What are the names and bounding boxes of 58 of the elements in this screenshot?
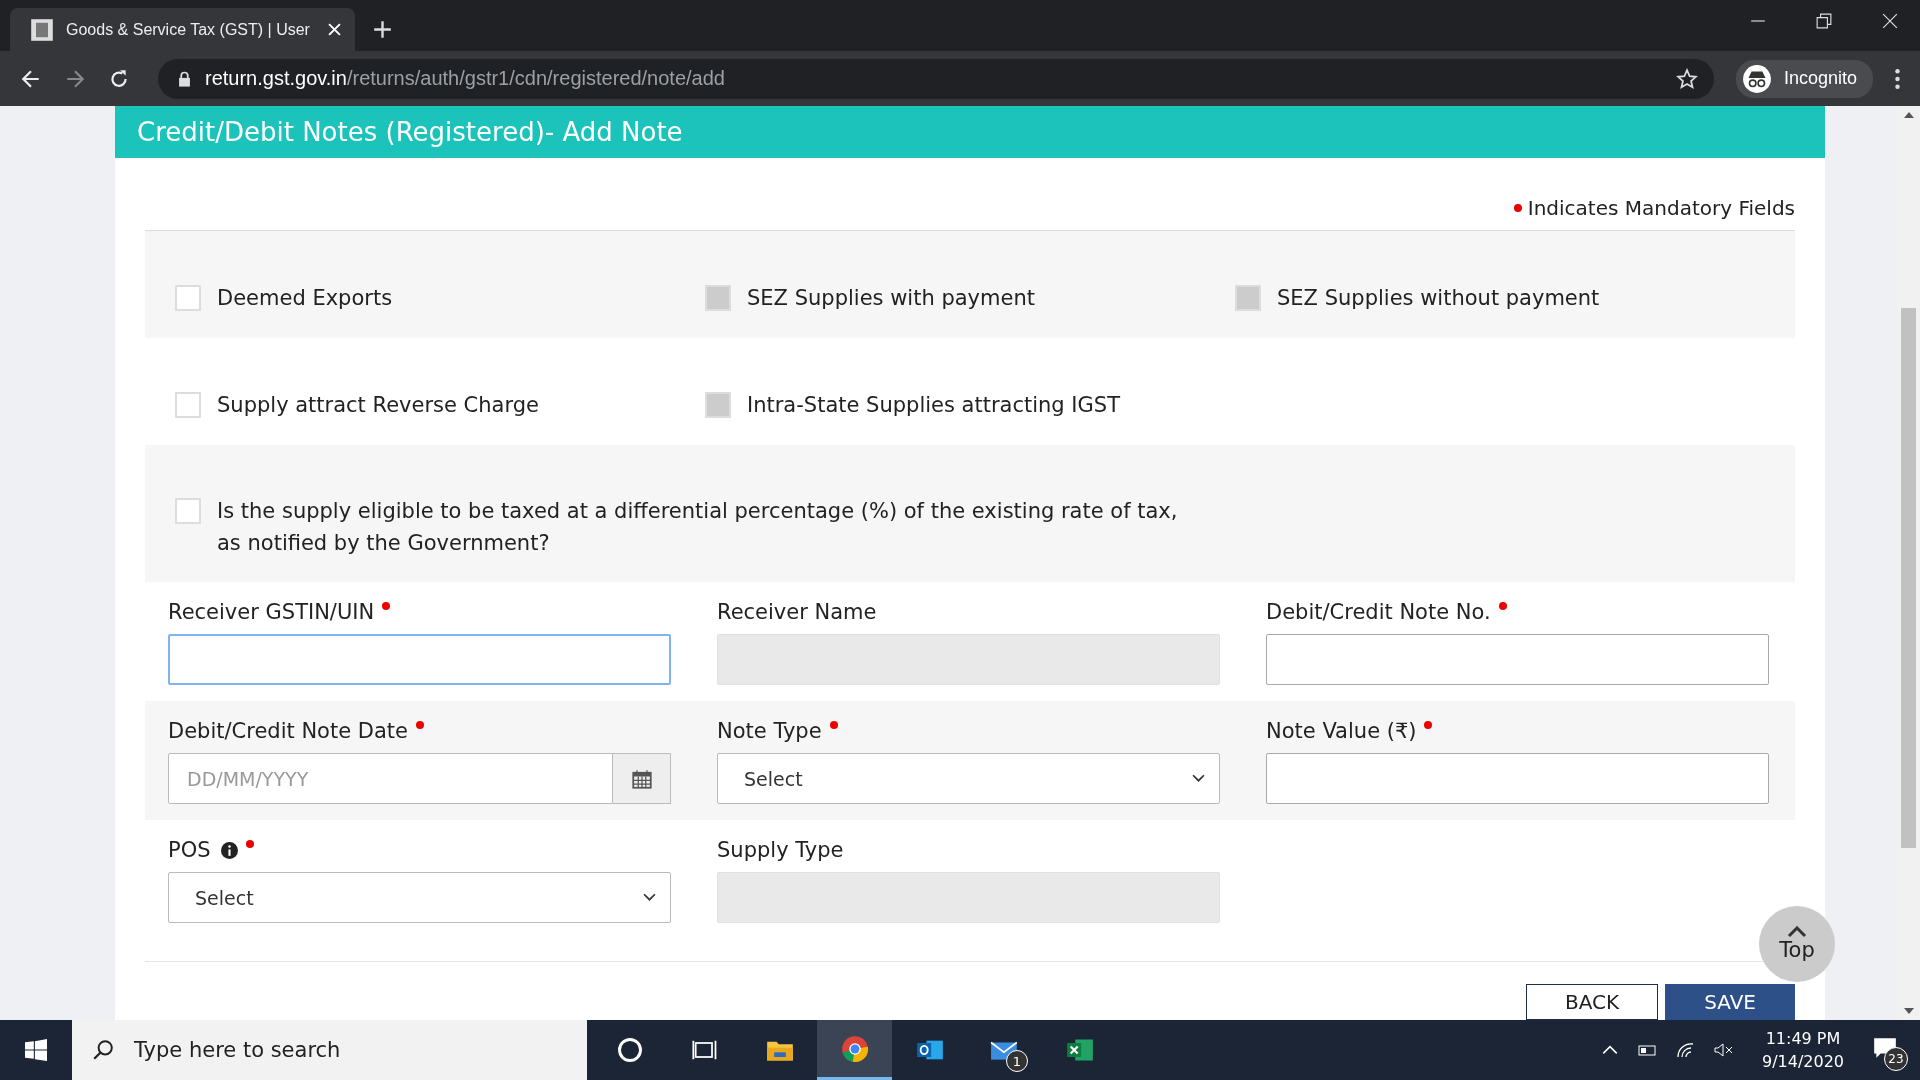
new-tab-icon[interactable]: [373, 20, 392, 39]
search-icon: [92, 1039, 114, 1061]
text-field[interactable]: [1266, 634, 1769, 685]
date-field[interactable]: DD/MM/YYYY: [168, 753, 613, 804]
checkbox-label: Deemed Exports: [217, 285, 393, 310]
clock-date[interactable]: 9/14/2020: [1761, 1052, 1844, 1071]
field-label: Supply Type: [717, 838, 844, 862]
select-dropdown[interactable]: Select: [717, 753, 1220, 804]
field-label: POS: [168, 838, 211, 862]
checkbox-label: Is the supply eligible to be taxed at a differential percentage (%) of the existing rate of tax, as notified by the Government?: [217, 498, 1179, 557]
select-dropdown[interactable]: Select: [168, 872, 671, 923]
field-label: Debit/Credit Note Date: [168, 719, 408, 743]
field-label: Note Value (₹): [1266, 719, 1417, 743]
mandatory-note: Indicates Mandatory Fields: [1527, 196, 1795, 220]
address-bar[interactable]: return.gst.gov.in/returns/auth/gstr1/cdn/registered/note/add: [158, 58, 1714, 99]
taskbar-search-field[interactable]: Type here to search: [72, 1020, 587, 1080]
page-title: Credit/Debit Notes (Registered)- Add Note: [137, 117, 683, 147]
field-label: Receiver GSTIN/UIN: [168, 600, 375, 624]
menu-icon[interactable]: [1895, 68, 1900, 89]
scroll-up-arrow-icon[interactable]: [1903, 112, 1914, 118]
notification-badge: 23: [1884, 1047, 1908, 1071]
checkbox[interactable]: [175, 284, 201, 311]
calendar-icon: [631, 768, 652, 789]
checkbox-label: Supply attract Reverse Charge: [217, 392, 539, 417]
field-label: Receiver Name: [717, 600, 877, 624]
incognito-button[interactable]: Incognito: [1735, 59, 1873, 98]
chevron-down-icon: [1192, 774, 1205, 783]
volume-muted-icon[interactable]: [1713, 1041, 1734, 1059]
lock-icon: [178, 70, 191, 87]
field-label: Note Type: [717, 719, 822, 743]
incognito-icon: [1741, 63, 1772, 94]
chevron-up-icon: [1787, 926, 1807, 938]
clock-time[interactable]: 11:49 PM: [1765, 1029, 1841, 1048]
reload-icon[interactable]: [108, 67, 130, 90]
save-button[interactable]: SAVE: [1665, 984, 1795, 1020]
wifi-icon[interactable]: [1675, 1041, 1696, 1059]
checkbox-label: SEZ Supplies with payment: [747, 285, 1035, 310]
windows-start-icon[interactable]: [25, 1039, 47, 1061]
calendar-button[interactable]: [613, 753, 671, 804]
emblem-icon: [30, 17, 54, 42]
browser-tab[interactable]: Goods & Service Tax (GST) | User: [10, 8, 355, 51]
required-dot: [1513, 204, 1522, 212]
text-field[interactable]: [1266, 753, 1769, 804]
checkbox-label: SEZ Supplies without payment: [1277, 285, 1600, 310]
field-label: Debit/Credit Note No.: [1266, 600, 1491, 624]
checkbox[interactable]: [175, 391, 201, 418]
back-button[interactable]: BACK: [1526, 984, 1659, 1020]
close-icon[interactable]: [1882, 13, 1898, 29]
notification-badge: 1: [1006, 1050, 1028, 1072]
checkbox[interactable]: [175, 498, 201, 524]
scroll-down-arrow-icon[interactable]: [1903, 1008, 1914, 1014]
url-text: return.gst.gov.in/returns/auth/gstr1/cdn/registered/note/add: [205, 67, 726, 90]
restore-icon[interactable]: [1816, 13, 1832, 29]
chevron-down-icon: [643, 893, 656, 902]
info-icon[interactable]: [220, 841, 238, 859]
star-icon[interactable]: [1675, 67, 1698, 90]
text-field[interactable]: [168, 634, 671, 685]
checkbox-label: Intra-State Supplies attracting IGST: [747, 392, 1120, 417]
